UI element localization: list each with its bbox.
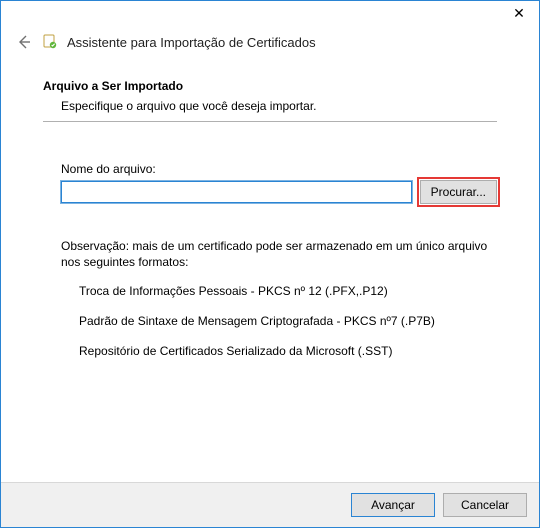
header: Assistente para Importação de Certificad… xyxy=(1,29,539,67)
close-icon: ✕ xyxy=(513,5,525,22)
file-row: Procurar... xyxy=(61,180,497,204)
certificate-icon xyxy=(41,33,59,51)
divider xyxy=(43,121,497,122)
format-item: Repositório de Certificados Serializado … xyxy=(79,344,497,358)
cancel-button[interactable]: Cancelar xyxy=(443,493,527,517)
file-field-label: Nome do arquivo: xyxy=(61,162,497,176)
wizard-window: ✕ Assistente para Importação de Certific… xyxy=(0,0,540,528)
content-area: Arquivo a Ser Importado Especifique o ar… xyxy=(1,67,539,482)
titlebar: ✕ xyxy=(1,1,539,29)
file-name-input[interactable] xyxy=(61,181,412,203)
back-button[interactable] xyxy=(15,33,33,51)
close-button[interactable]: ✕ xyxy=(499,1,539,25)
footer: Avançar Cancelar xyxy=(1,482,539,527)
wizard-title: Assistente para Importação de Certificad… xyxy=(67,35,316,50)
format-item: Padrão de Sintaxe de Mensagem Criptograf… xyxy=(79,314,497,328)
section-description: Especifique o arquivo que você deseja im… xyxy=(43,99,497,113)
format-item: Troca de Informações Pessoais - PKCS nº … xyxy=(79,284,497,298)
next-button[interactable]: Avançar xyxy=(351,493,435,517)
back-arrow-icon xyxy=(16,34,32,50)
browse-button[interactable]: Procurar... xyxy=(420,180,497,204)
formats-list: Troca de Informações Pessoais - PKCS nº … xyxy=(79,284,497,358)
formats-note: Observação: mais de um certificado pode … xyxy=(61,238,497,270)
section-heading: Arquivo a Ser Importado xyxy=(43,79,497,93)
